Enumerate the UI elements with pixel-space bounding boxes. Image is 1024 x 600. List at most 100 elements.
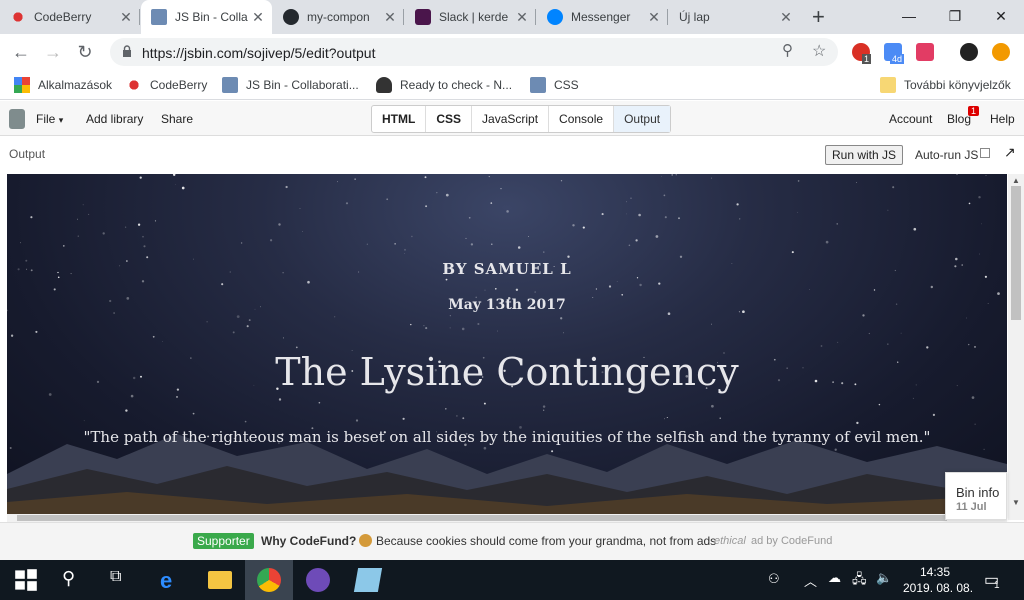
chrome-icon[interactable]: [257, 568, 281, 592]
post-date: May 13th 2017: [448, 297, 566, 313]
extension-badge: 4d: [890, 54, 905, 64]
codeberry-icon: [126, 77, 142, 93]
address-bar[interactable]: https://jsbin.com/sojivep/5/edit?output …: [110, 38, 838, 66]
run-with-js-button[interactable]: Run with JS: [825, 145, 904, 165]
tab-slack[interactable]: Slack | kerde ✕: [405, 0, 536, 34]
back-icon[interactable]: ←: [8, 39, 34, 65]
scrollbar-thumb[interactable]: [17, 515, 947, 521]
forward-icon[interactable]: →: [40, 39, 66, 65]
add-library-menu[interactable]: Add library: [86, 112, 143, 126]
restore-icon[interactable]: ❐: [932, 0, 978, 32]
account-link[interactable]: Account: [889, 112, 932, 126]
output-label: Output: [9, 147, 46, 161]
tab-github[interactable]: my-compon ✕: [273, 0, 404, 34]
jsbin-icon: [530, 77, 546, 93]
jsbin-icon: [222, 77, 238, 93]
bookmarks-bar: Alkalmazások CodeBerry JS Bin - Collabor…: [0, 70, 1024, 100]
messenger-icon: [547, 9, 563, 25]
bookmark-codeberry[interactable]: CodeBerry: [126, 77, 207, 93]
cookie-icon: [359, 534, 372, 547]
close-tab-icon[interactable]: ✕: [250, 9, 266, 25]
vertical-scrollbar[interactable]: ▲ ▼: [1008, 174, 1024, 520]
output-frame: BY SAMUEL L May 13th 2017 The Lysine Con…: [7, 174, 1007, 514]
bookmark-css[interactable]: CSS: [530, 77, 579, 93]
reload-icon[interactable]: ↻: [72, 39, 98, 65]
chevron-up-icon[interactable]: ︿: [804, 571, 817, 590]
codefund-ad[interactable]: Supporter Why CodeFund? Because cookies …: [0, 522, 1024, 560]
jsbin-logo-icon[interactable]: [9, 109, 25, 129]
close-tab-icon[interactable]: ✕: [118, 9, 134, 25]
codeberry-icon: [10, 9, 26, 25]
bin-info-panel[interactable]: Bin info 11 Jul: [945, 472, 1007, 520]
other-bookmarks[interactable]: További könyvjelzők: [880, 77, 1011, 93]
tab-output[interactable]: Output: [614, 106, 671, 132]
tab-new[interactable]: Új lap ✕: [669, 0, 800, 34]
bookmark-ready-to-check[interactable]: Ready to check - N...: [376, 77, 512, 93]
bookmark-star-icon[interactable]: ☆: [812, 41, 826, 61]
task-view-icon[interactable]: ⧉: [110, 568, 134, 592]
windows-taskbar: ⚲ ⧉ e ⚇ ︿ ☁ 🖧 🔈 14:35 2019. 08. 08. ▭ 1: [0, 560, 1024, 600]
tab-console[interactable]: Console: [549, 106, 615, 132]
close-window-icon[interactable]: ✕: [978, 0, 1024, 32]
new-tab-button[interactable]: +: [812, 4, 825, 30]
search-icon[interactable]: ⚲: [62, 568, 86, 592]
file-explorer-icon[interactable]: [208, 571, 232, 589]
apps-grid-icon: [14, 77, 30, 93]
tab-javascript[interactable]: JavaScript: [472, 106, 550, 132]
close-tab-icon[interactable]: ✕: [514, 9, 530, 25]
extension-badge: 1: [862, 54, 872, 64]
clock-date[interactable]: 2019. 08. 08.: [903, 581, 973, 595]
horizontal-scrollbar[interactable]: [7, 514, 1007, 522]
lock-icon: [122, 45, 132, 57]
tab-messenger[interactable]: Messenger ✕: [537, 0, 668, 34]
auto-run-label: Auto-run JS: [915, 148, 979, 162]
close-tab-icon[interactable]: ✕: [382, 9, 398, 25]
zoom-icon[interactable]: ⚲: [782, 41, 793, 59]
bookmark-apps[interactable]: Alkalmazások: [14, 77, 112, 93]
tab-strip: CodeBerry ✕ JS Bin - Colla ✕ my-compon ✕…: [0, 0, 1024, 34]
jsbin-toolbar: File ▾ Add library Share HTML CSS JavaSc…: [0, 101, 1024, 136]
byline: BY SAMUEL L: [442, 260, 572, 278]
codefund-headline: Why CodeFund?: [261, 534, 357, 548]
minimize-icon[interactable]: —: [886, 0, 932, 32]
bookmark-jsbin[interactable]: JS Bin - Collaborati...: [222, 77, 359, 93]
update-alert-icon[interactable]: [992, 43, 1010, 61]
close-tab-icon[interactable]: ✕: [646, 9, 662, 25]
file-menu[interactable]: File ▾: [36, 112, 63, 126]
tab-codeberry[interactable]: CodeBerry ✕: [0, 0, 140, 34]
people-icon[interactable]: ⚇: [768, 571, 780, 587]
volume-icon[interactable]: 🔈: [876, 570, 892, 586]
url-text: https://jsbin.com/sojivep/5/edit?output: [142, 45, 376, 61]
onedrive-icon[interactable]: ☁: [828, 570, 841, 586]
tab-jsbin[interactable]: JS Bin - Colla ✕: [141, 0, 272, 34]
bin-info-date: 11 Jul: [956, 501, 987, 513]
cat-icon: [376, 77, 392, 93]
auto-run-checkbox[interactable]: [980, 148, 990, 158]
windows-start-icon[interactable]: [14, 568, 38, 592]
jsbin-icon: [151, 9, 167, 25]
browser-toolbar: ← → ↻ https://jsbin.com/sojivep/5/edit?o…: [0, 34, 1024, 70]
notification-count: 1: [994, 580, 1000, 591]
open-new-window-icon[interactable]: ↗: [1004, 144, 1016, 161]
ad-by-label: ad by CodeFund: [751, 535, 833, 547]
post-title: The Lysine Contingency: [275, 350, 739, 394]
extension-play-icon[interactable]: [916, 43, 934, 61]
avatar[interactable]: [960, 43, 978, 61]
post-quote: "The path of the righteous man is beset …: [83, 428, 931, 446]
folder-icon: [880, 77, 896, 93]
network-icon[interactable]: 🖧: [852, 570, 867, 592]
close-tab-icon[interactable]: ✕: [778, 9, 794, 25]
cat-app-icon[interactable]: [306, 568, 330, 592]
bin-info-label: Bin info: [956, 485, 1000, 500]
help-link[interactable]: Help: [990, 112, 1015, 126]
share-menu[interactable]: Share: [161, 112, 193, 126]
clock-time[interactable]: 14:35: [920, 565, 950, 579]
tab-html[interactable]: HTML: [372, 106, 427, 132]
edge-icon[interactable]: e: [160, 568, 184, 593]
blog-badge: 1: [968, 106, 980, 116]
panel-toggles: HTML CSS JavaScript Console Output: [371, 105, 672, 133]
notepad-app-icon[interactable]: [353, 568, 383, 592]
scrollbar-thumb[interactable]: [1011, 186, 1021, 320]
codefund-text: Because cookies should come from your gr…: [376, 534, 717, 548]
tab-css[interactable]: CSS: [426, 106, 473, 132]
